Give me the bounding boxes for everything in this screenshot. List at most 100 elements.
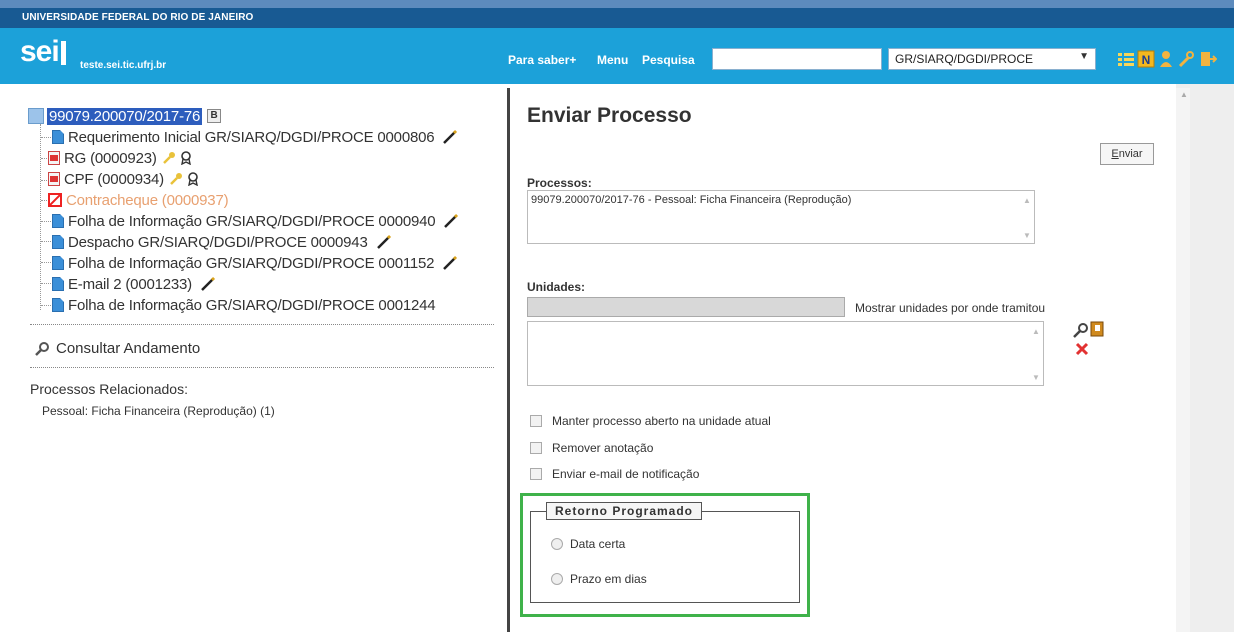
prazo-dias-radio[interactable] <box>551 573 563 585</box>
scroll-up-arrow-icon[interactable]: ▲ <box>1031 327 1041 336</box>
tree-item-label: Folha de Informação GR/SIARQ/DGDI/PROCE … <box>68 254 435 272</box>
document-icon <box>52 214 64 228</box>
option-enviar-email[interactable]: Enviar e-mail de notificação <box>530 467 699 481</box>
search-input[interactable] <box>712 48 882 70</box>
remover-anotacao-label: Remover anotação <box>552 441 654 455</box>
tree-item-email[interactable]: E-mail 2 (0001233) <box>52 274 216 294</box>
svg-text:N: N <box>1142 53 1151 67</box>
tools-icon[interactable] <box>1177 50 1195 68</box>
key-icon <box>162 152 175 164</box>
tree-item-label: Folha de Informação GR/SIARQ/DGDI/PROCE … <box>68 296 436 314</box>
tree-branch <box>41 283 51 284</box>
tree-item-rg[interactable]: RG (0000923) <box>48 148 193 168</box>
tree-item-label: RG (0000923) <box>64 149 157 167</box>
signature-pen-icon <box>201 276 216 291</box>
pdf-icon <box>48 151 60 165</box>
radio-data-certa[interactable]: Data certa <box>551 537 625 551</box>
separator <box>30 324 494 325</box>
process-folder-icon <box>28 108 44 124</box>
option-manter-aberto[interactable]: Manter processo aberto na unidade atual <box>530 414 771 428</box>
mostrar-unidades-link[interactable]: Mostrar unidades por onde tramitou <box>855 301 1045 315</box>
enviar-label: nviar <box>1118 148 1143 160</box>
tree-item-requerimento[interactable]: Requerimento Inicial GR/SIARQ/DGDI/PROCE… <box>52 127 458 147</box>
dropdown-arrow-icon: ▼ <box>1079 51 1089 62</box>
data-certa-radio[interactable] <box>551 538 563 550</box>
sei-logo-mark <box>60 41 66 65</box>
tree-item-label: E-mail 2 (0001233) <box>68 275 192 293</box>
link-menu[interactable]: Menu <box>597 53 628 67</box>
tree-item-folha-1152[interactable]: Folha de Informação GR/SIARQ/DGDI/PROCE … <box>52 253 458 273</box>
scroll-down-arrow-icon[interactable]: ▼ <box>1031 373 1041 382</box>
sei-logo[interactable]: sei <box>20 37 66 67</box>
enviar-email-label: Enviar e-mail de notificação <box>552 467 700 481</box>
host-name: teste.sei.tic.ufrj.br <box>80 60 167 71</box>
unit-book-icon[interactable] <box>1090 320 1104 338</box>
unidades-input[interactable] <box>527 297 845 317</box>
tree-branch <box>41 262 51 263</box>
scroll-down-arrow-icon[interactable]: ▼ <box>1022 231 1032 240</box>
prazo-dias-label: Prazo em dias <box>570 572 647 586</box>
notes-icon[interactable]: N <box>1137 50 1155 68</box>
enviar-button[interactable]: Enviar <box>1100 143 1154 165</box>
signature-pen-icon <box>444 213 459 228</box>
document-icon <box>52 235 64 249</box>
document-icon <box>52 298 64 312</box>
header: UNIVERSIDADE FEDERAL DO RIO DE JANEIRO s… <box>0 8 1234 84</box>
signature-pen-icon <box>443 129 458 144</box>
signature-pen-icon <box>443 255 458 270</box>
unidades-list[interactable]: ▲ ▼ <box>527 321 1044 386</box>
processos-textarea[interactable]: 99079.200070/2017-76 - Pessoal: Ficha Fi… <box>527 190 1035 244</box>
retorno-programado-legend: Retorno Programado <box>546 502 703 520</box>
remove-unit-icon[interactable] <box>1075 342 1089 356</box>
unidades-label: Unidades: <box>527 280 586 294</box>
tree-item-contracheque[interactable]: Contracheque (0000937) <box>48 190 229 210</box>
search-unit-icon[interactable] <box>1072 322 1090 338</box>
link-para-saber[interactable]: Para saber+ <box>508 53 576 67</box>
processos-value: 99079.200070/2017-76 - Pessoal: Ficha Fi… <box>531 194 852 206</box>
related-process-link[interactable]: Pessoal: Ficha Financeira (Reprodução) (… <box>42 404 275 418</box>
process-number[interactable]: 99079.200070/2017-76 <box>47 107 203 125</box>
form-scrollbar[interactable] <box>1176 88 1190 632</box>
retorno-programado-fieldset <box>530 511 800 603</box>
tree-item-label: Folha de Informação GR/SIARQ/DGDI/PROCE … <box>68 212 436 230</box>
consultar-andamento-label: Consultar Andamento <box>56 340 201 357</box>
link-pesquisa[interactable]: Pesquisa <box>642 53 695 67</box>
sei-logo-text: sei <box>20 35 60 68</box>
consultar-andamento-link[interactable]: Consultar Andamento <box>34 340 200 357</box>
tree-branch <box>41 221 51 222</box>
tree-item-label: Contracheque (0000937) <box>66 191 229 209</box>
related-processes-title: Processos Relacionados: <box>30 381 188 397</box>
remover-anotacao-checkbox[interactable] <box>530 442 542 454</box>
logout-icon[interactable] <box>1199 50 1217 68</box>
tree-item-folha-1244[interactable]: Folha de Informação GR/SIARQ/DGDI/PROCE … <box>52 295 436 315</box>
signature-pen-icon <box>376 234 391 249</box>
tree-item-despacho[interactable]: Despacho GR/SIARQ/DGDI/PROCE 0000943 <box>52 232 392 252</box>
tree-item-label: CPF (0000934) <box>64 170 164 188</box>
scroll-up-arrow-icon[interactable]: ▲ <box>1180 90 1188 99</box>
tree-item-cpf[interactable]: CPF (0000934) <box>48 169 200 189</box>
tree-item-folha-0940[interactable]: Folha de Informação GR/SIARQ/DGDI/PROCE … <box>52 211 459 231</box>
option-remover-anotacao[interactable]: Remover anotação <box>530 441 653 455</box>
document-icon <box>52 256 64 270</box>
enviar-accesskey: E <box>1111 148 1119 160</box>
processos-label: Processos: <box>527 176 592 190</box>
user-icon[interactable] <box>1157 50 1175 68</box>
separator <box>30 367 494 368</box>
award-icon <box>188 172 198 186</box>
tree-branch <box>41 305 51 306</box>
manter-aberto-checkbox[interactable] <box>530 415 542 427</box>
tree-branch <box>41 241 51 242</box>
process-node[interactable]: 99079.200070/2017-76 B <box>28 106 222 126</box>
enviar-email-checkbox[interactable] <box>530 468 542 480</box>
document-icon <box>52 277 64 291</box>
tree-item-label: Requerimento Inicial GR/SIARQ/DGDI/PROCE… <box>68 128 435 146</box>
pdf-icon <box>48 172 60 186</box>
unit-select[interactable]: GR/SIARQ/DGDI/PROCE ▼ <box>888 48 1096 70</box>
top-strip <box>0 0 1234 8</box>
radio-prazo-dias[interactable]: Prazo em dias <box>551 572 647 586</box>
block-badge[interactable]: B <box>207 109 222 123</box>
list-icon[interactable] <box>1117 50 1135 68</box>
tree-branch <box>41 137 51 138</box>
scroll-up-arrow-icon[interactable]: ▲ <box>1022 196 1032 205</box>
sei-page: UNIVERSIDADE FEDERAL DO RIO DE JANEIRO s… <box>0 0 1234 632</box>
